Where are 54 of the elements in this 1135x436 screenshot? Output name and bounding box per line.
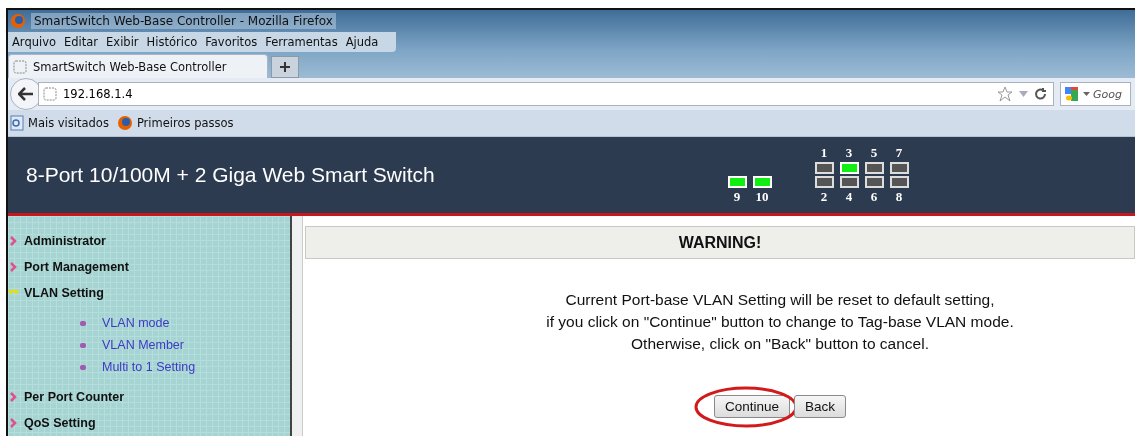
submenu-link[interactable]: Multi to 1 Setting bbox=[80, 356, 290, 378]
switch-title: 8-Port 10/100M + 2 Giga Web Smart Switch bbox=[26, 163, 436, 187]
browser-tab[interactable]: SmartSwitch Web-Base Controller bbox=[8, 54, 268, 78]
firefox-icon bbox=[116, 115, 133, 131]
new-tab-button[interactable] bbox=[271, 56, 299, 78]
port-number: 9 bbox=[733, 189, 741, 205]
reload-icon[interactable] bbox=[1034, 87, 1047, 101]
address-field[interactable]: 192.168.1.4 bbox=[38, 82, 1054, 106]
port-number: 8 bbox=[895, 189, 903, 205]
search-field[interactable]: Goog bbox=[1060, 82, 1131, 106]
port-number: 7 bbox=[895, 145, 903, 161]
menu-item[interactable]: Exibir bbox=[102, 35, 143, 49]
bookmark-link[interactable]: Primeiros passos bbox=[116, 115, 234, 131]
firefox-icon bbox=[10, 13, 26, 29]
dropdown-icon bbox=[1083, 91, 1090, 97]
page-icon bbox=[43, 87, 57, 101]
warning-message: Otherwise, click on "Back" button to cancel. bbox=[630, 334, 930, 354]
menu-item[interactable]: Editar bbox=[60, 35, 103, 49]
expanded-arrow-icon bbox=[8, 289, 20, 297]
sidebar-item[interactable]: Port Management bbox=[8, 254, 290, 280]
search-engine-icon bbox=[1064, 86, 1080, 102]
sidebar-item[interactable]: VLAN Setting bbox=[8, 280, 290, 306]
menu-item[interactable]: Ajuda bbox=[341, 35, 383, 49]
port-number: 5 bbox=[870, 145, 878, 161]
port-number: 6 bbox=[870, 189, 878, 205]
menu-item[interactable]: Ferramentas bbox=[261, 35, 342, 49]
port-number: 3 bbox=[845, 145, 853, 161]
submenu-link[interactable]: VLAN mode bbox=[80, 312, 290, 334]
submenu-link[interactable]: VLAN Member bbox=[80, 334, 290, 356]
bullet-icon bbox=[80, 342, 86, 348]
bookmark-link[interactable]: Mais visitados bbox=[10, 115, 109, 131]
star-icon[interactable] bbox=[997, 86, 1013, 102]
menu-item[interactable]: Arquivo bbox=[8, 35, 61, 49]
bullet-icon bbox=[80, 320, 86, 326]
warning-heading: WARNING! bbox=[305, 226, 1135, 259]
plus-icon bbox=[279, 61, 291, 73]
port-number: 10 bbox=[755, 189, 769, 205]
port-number: 1 bbox=[820, 145, 828, 161]
window-title: SmartSwitch Web-Base Controller - Mozilla Firefox bbox=[31, 13, 336, 29]
port-number: 2 bbox=[820, 189, 828, 205]
warning-message: if you click on "Continue" button to change to Tag-base VLAN mode. bbox=[545, 312, 1015, 332]
page-icon bbox=[13, 59, 27, 74]
back-button[interactable]: Back bbox=[794, 395, 847, 418]
continue-button[interactable]: Continue bbox=[713, 395, 790, 418]
page-search-icon bbox=[10, 115, 24, 131]
sidebar-item[interactable]: QoS Setting bbox=[8, 410, 290, 436]
sidebar-item[interactable]: Administrator bbox=[8, 228, 290, 254]
menu-item[interactable]: Histórico bbox=[142, 35, 202, 49]
bullet-icon bbox=[80, 364, 86, 370]
port-number: 4 bbox=[845, 189, 853, 205]
sidebar-item[interactable]: Per Port Counter bbox=[8, 384, 290, 410]
back-arrow-icon bbox=[18, 87, 34, 101]
menu-item[interactable]: Favoritos bbox=[201, 35, 262, 49]
warning-message: Current Port-base VLAN Setting will be reset to default setting, bbox=[564, 290, 996, 310]
